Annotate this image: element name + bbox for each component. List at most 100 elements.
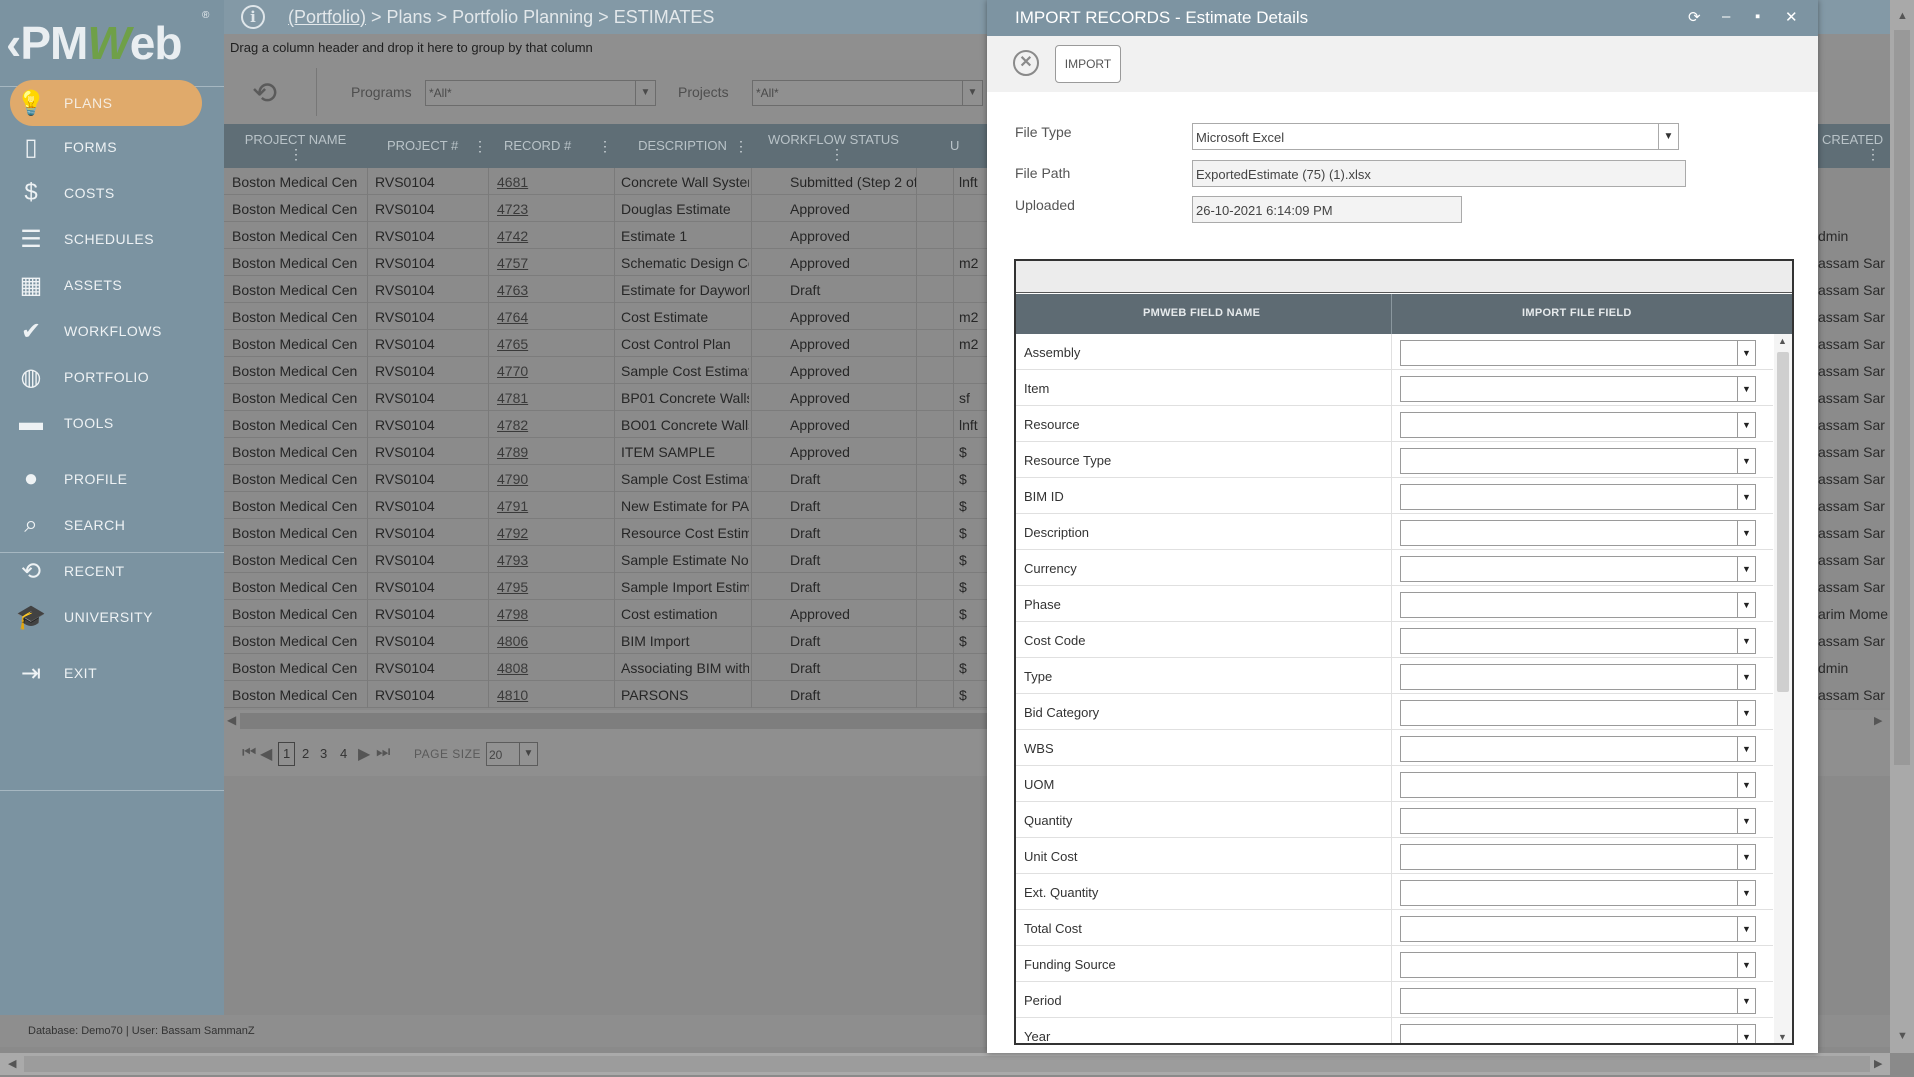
- previous-page-icon[interactable]: ◀: [260, 744, 272, 764]
- column-header-project-number[interactable]: PROJECT # ⋮: [367, 124, 488, 168]
- maximize-icon[interactable]: ▪: [1755, 8, 1760, 25]
- sidebar-item-recent[interactable]: ⟲ RECENT: [10, 548, 202, 594]
- import-button[interactable]: IMPORT: [1055, 45, 1121, 83]
- record-link[interactable]: 4792: [497, 525, 607, 541]
- column-menu-icon[interactable]: ⋮: [734, 138, 748, 155]
- scroll-right-icon[interactable]: ▶: [1874, 1057, 1882, 1070]
- scrollbar-thumb[interactable]: [1894, 30, 1910, 765]
- table-row[interactable]: Boston Medical Cen RVS0104 4789 ITEM SAMPLE…: [224, 438, 987, 465]
- import-file-field-select[interactable]: ▼: [1400, 628, 1756, 654]
- import-file-field-select[interactable]: ▼: [1400, 376, 1756, 402]
- record-link[interactable]: 4798: [497, 606, 607, 622]
- restore-icon[interactable]: ⟳: [1688, 8, 1701, 26]
- record-link[interactable]: 4723: [497, 201, 607, 217]
- page-link[interactable]: 2: [302, 746, 309, 761]
- info-icon[interactable]: i: [241, 5, 265, 29]
- record-link[interactable]: 4790: [497, 471, 607, 487]
- record-link[interactable]: 4765: [497, 336, 607, 352]
- record-link[interactable]: 4795: [497, 579, 607, 595]
- table-row[interactable]: Boston Medical Cen RVS0104 4781 BP01 Concre…: [224, 384, 987, 411]
- import-file-field-select[interactable]: ▼: [1400, 520, 1756, 546]
- file-path-field[interactable]: ExportedEstimate (75) (1).xlsx: [1192, 160, 1686, 187]
- column-header-workflow-status[interactable]: WORKFLOW STATUS ⋮: [751, 124, 916, 168]
- scrollbar-thumb[interactable]: [240, 713, 987, 729]
- record-link[interactable]: 4681: [497, 174, 607, 190]
- programs-select[interactable]: *All* ▼: [425, 80, 656, 106]
- import-file-field-select[interactable]: ▼: [1400, 736, 1756, 762]
- column-menu-icon[interactable]: ⋮: [289, 146, 303, 163]
- scroll-left-icon[interactable]: ◀: [227, 713, 236, 727]
- page-horizontal-scrollbar[interactable]: ◀ ▶: [0, 1053, 1890, 1075]
- import-file-field-select[interactable]: ▼: [1400, 772, 1756, 798]
- scroll-up-icon[interactable]: ▲: [1897, 10, 1908, 22]
- scrollbar-thumb[interactable]: [24, 1056, 1870, 1072]
- record-link[interactable]: 4810: [497, 687, 607, 703]
- dialog-title-bar[interactable]: IMPORT RECORDS - Estimate Details ⟳ – ▪ …: [987, 0, 1818, 36]
- page-size-select[interactable]: 20 ▼: [486, 742, 538, 766]
- import-file-field-select[interactable]: ▼: [1400, 808, 1756, 834]
- import-file-field-select[interactable]: ▼: [1400, 916, 1756, 942]
- table-row[interactable]: Boston Medical Cen RVS0104 4782 BO01 Concre…: [224, 411, 987, 438]
- record-link[interactable]: 4742: [497, 228, 607, 244]
- column-menu-icon[interactable]: ⋮: [830, 146, 844, 163]
- import-file-field-select[interactable]: ▼: [1400, 700, 1756, 726]
- sidebar-item-portfolio[interactable]: ◍ PORTFOLIO: [10, 354, 202, 400]
- sidebar-item-search[interactable]: ⌕ SEARCH: [10, 502, 202, 548]
- import-file-field-select[interactable]: ▼: [1400, 340, 1756, 366]
- table-row[interactable]: Boston Medical Cen RVS0104 4765 Cost Contro…: [224, 330, 987, 357]
- column-header-description[interactable]: DESCRIPTION ⋮: [614, 124, 751, 168]
- table-row[interactable]: Boston Medical Cen RVS0104 4764 Cost Estima…: [224, 303, 987, 330]
- sidebar-item-assets[interactable]: ▦ ASSETS: [10, 262, 202, 308]
- table-row[interactable]: Boston Medical Cen RVS0104 4792 Resource Co…: [224, 519, 987, 546]
- record-link[interactable]: 4791: [497, 498, 607, 514]
- scroll-up-icon[interactable]: ▲: [1778, 336, 1787, 346]
- first-page-icon[interactable]: ⏮: [242, 744, 256, 762]
- pmweb-logo[interactable]: ‹PMWeb ®: [6, 8, 216, 72]
- table-row[interactable]: Boston Medical Cen RVS0104 4681 Concrete Wa…: [224, 168, 987, 195]
- table-row[interactable]: Boston Medical Cen RVS0104 4793 Sample Esti…: [224, 546, 987, 573]
- uploaded-field[interactable]: 26-10-2021 6:14:09 PM: [1192, 196, 1462, 223]
- import-file-field-select[interactable]: ▼: [1400, 556, 1756, 582]
- import-file-field-select[interactable]: ▼: [1400, 988, 1756, 1014]
- page-link[interactable]: 4: [340, 746, 347, 761]
- table-row[interactable]: Boston Medical Cen RVS0104 4791 New Estimat…: [224, 492, 987, 519]
- column-menu-icon[interactable]: ⋮: [598, 138, 612, 155]
- column-header-created[interactable]: CREATED ⋮: [1818, 124, 1892, 168]
- table-row[interactable]: Boston Medical Cen RVS0104 4808 Associating…: [224, 654, 987, 681]
- import-file-field-select[interactable]: ▼: [1400, 880, 1756, 906]
- refresh-icon[interactable]: ⟲: [252, 76, 277, 111]
- record-link[interactable]: 4770: [497, 363, 607, 379]
- sidebar-item-plans[interactable]: 💡 PLANS: [10, 80, 202, 126]
- sidebar-item-costs[interactable]: $ COSTS: [10, 170, 202, 216]
- import-file-field-select[interactable]: ▼: [1400, 664, 1756, 690]
- column-header-project-name[interactable]: PROJECT NAME ⋮: [224, 124, 367, 168]
- sidebar-item-workflows[interactable]: ✔ WORKFLOWS: [10, 308, 202, 354]
- sidebar-item-forms[interactable]: ▯ FORMS: [10, 124, 202, 170]
- scrollbar-thumb[interactable]: [1777, 352, 1789, 692]
- file-type-select[interactable]: Microsoft Excel ▼: [1192, 123, 1679, 150]
- table-row[interactable]: Boston Medical Cen RVS0104 4770 Sample Cost…: [224, 357, 987, 384]
- column-header-record-number[interactable]: RECORD # ⋮: [488, 124, 614, 168]
- record-link[interactable]: 4781: [497, 390, 607, 406]
- column-menu-icon[interactable]: ⋮: [1866, 146, 1880, 163]
- breadcrumb-portfolio-link[interactable]: (Portfolio): [288, 7, 366, 27]
- record-link[interactable]: 4806: [497, 633, 607, 649]
- table-row[interactable]: Boston Medical Cen RVS0104 4790 Sample Cost…: [224, 465, 987, 492]
- table-row[interactable]: Boston Medical Cen RVS0104 4795 Sample Impo…: [224, 573, 987, 600]
- table-row[interactable]: Boston Medical Cen RVS0104 4810 PARSONS Draf…: [224, 681, 987, 708]
- scroll-down-icon[interactable]: ▼: [1897, 1030, 1908, 1042]
- record-link[interactable]: 4793: [497, 552, 607, 568]
- record-link[interactable]: 4808: [497, 660, 607, 676]
- import-file-field-select[interactable]: ▼: [1400, 484, 1756, 510]
- close-icon[interactable]: ✕: [1785, 8, 1798, 26]
- record-link[interactable]: 4764: [497, 309, 607, 325]
- scroll-right-icon[interactable]: ▶: [1874, 714, 1882, 727]
- import-file-field-select[interactable]: ▼: [1400, 592, 1756, 618]
- cancel-icon[interactable]: ✕: [1013, 50, 1039, 76]
- table-row[interactable]: Boston Medical Cen RVS0104 4763 Estimate fo…: [224, 276, 987, 303]
- sidebar-item-schedules[interactable]: ☰ SCHEDULES: [10, 216, 202, 262]
- sidebar-item-profile[interactable]: ● PROFILE: [10, 456, 202, 502]
- record-link[interactable]: 4757: [497, 255, 607, 271]
- page-link[interactable]: 3: [320, 746, 327, 761]
- table-row[interactable]: Boston Medical Cen RVS0104 4742 Estimate 1 A…: [224, 222, 987, 249]
